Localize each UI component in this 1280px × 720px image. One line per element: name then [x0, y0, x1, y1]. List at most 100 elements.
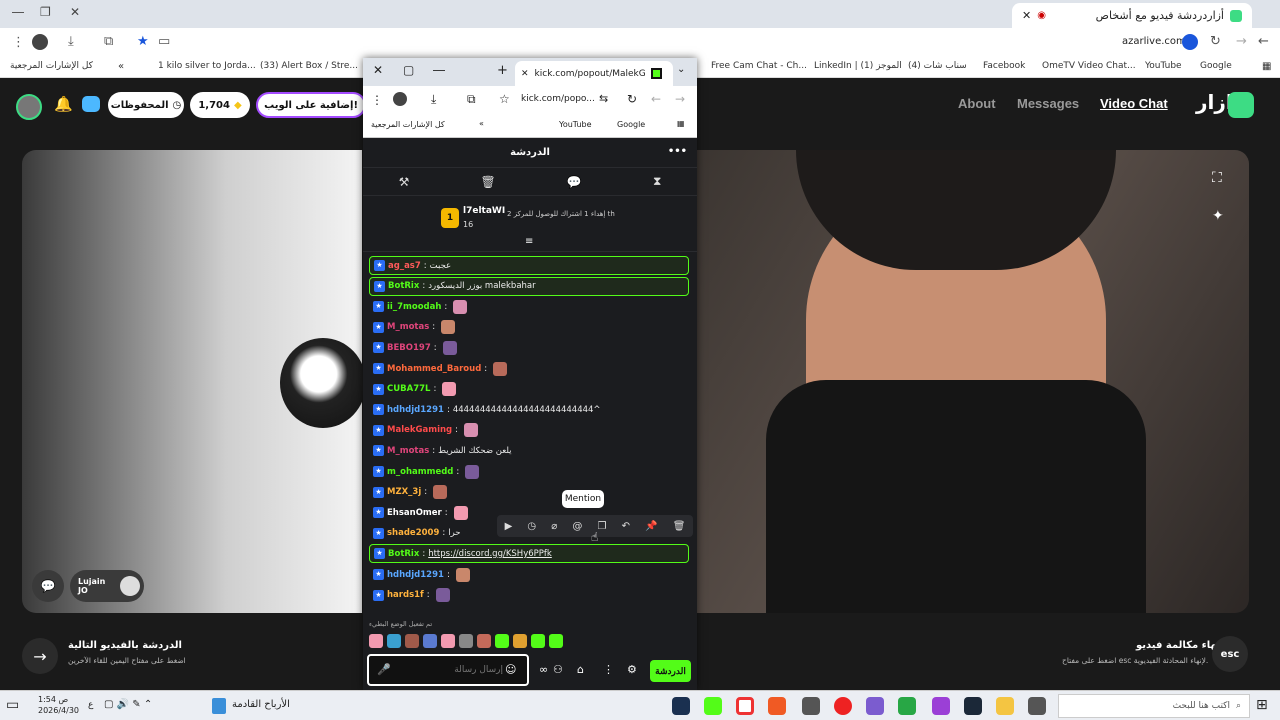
popup-reload-icon[interactable]: ↻ — [627, 92, 637, 106]
bookmark-item[interactable]: LinkedIn | (1) الموجز — [814, 61, 902, 71]
language-indicator[interactable]: ع — [88, 700, 93, 710]
chat-username[interactable]: ag_as7 — [388, 261, 421, 271]
quick-emote-icon[interactable] — [405, 634, 419, 648]
chat-username[interactable]: MalekGaming — [387, 425, 452, 435]
news-widget-icon[interactable] — [212, 698, 226, 714]
popup-new-tab-icon[interactable]: + — [497, 63, 508, 78]
chat-link[interactable]: https://discord.gg/KSHy6PPfk — [428, 549, 552, 559]
apps-grid-icon[interactable]: ▦ — [1262, 61, 1271, 72]
partner-info[interactable]: Lujain JO — [70, 570, 144, 602]
popup-star-icon[interactable]: ☆ — [499, 92, 510, 106]
esc-button[interactable]: esc — [1212, 636, 1248, 672]
chat-username[interactable]: Mohammed_Baroud — [387, 364, 481, 374]
app-icon[interactable] — [932, 697, 950, 715]
chat-username[interactable]: m_ohammedd — [387, 467, 453, 477]
bookmark-item[interactable]: (4) سناب شات — [908, 61, 967, 71]
download-icon[interactable]: ⤓ — [68, 34, 74, 49]
popup-minimize-icon[interactable]: ― — [433, 63, 445, 77]
steam-icon[interactable] — [964, 697, 982, 715]
notifications-bell-icon[interactable]: 🔔 — [54, 95, 73, 113]
infinity-icon[interactable]: ∞ — [539, 663, 548, 676]
chat-username[interactable]: BotRix — [388, 281, 419, 291]
close-window-icon[interactable]: ✕ — [70, 5, 80, 19]
bookmark-all[interactable]: كل الإشارات المرجعية — [10, 61, 93, 71]
bookmark-item[interactable]: Free Cam Chat - Ch... — [711, 61, 807, 71]
chat-message[interactable]: ★ hdhdjd1291:44444444444444444444444444^ — [369, 400, 689, 419]
gems-button[interactable]: 1,704 ◆ — [190, 92, 250, 118]
chat-message[interactable]: ★ ag_as7: عجبت — [369, 256, 689, 275]
app-icon[interactable] — [802, 697, 820, 715]
windows-start-icon[interactable]: ⊞ — [1256, 697, 1268, 713]
delete-icon[interactable]: 🗑 — [673, 521, 686, 532]
more-vertical-icon[interactable]: ⋮ — [603, 663, 614, 676]
chat-message[interactable]: ★ ii_7moodah: — [369, 297, 689, 316]
site-info-icon[interactable] — [1182, 34, 1198, 50]
popup-address-bar[interactable]: kick.com/popo... — [521, 94, 595, 104]
popup-download-icon[interactable]: ⤓ — [431, 92, 436, 107]
slash-icon[interactable]: ⌀ — [551, 521, 557, 532]
extensions-icon[interactable]: ⧉ — [104, 34, 113, 49]
more-menu-icon[interactable]: ⋮ — [12, 35, 25, 50]
app-icon[interactable] — [1028, 697, 1046, 715]
chat-username[interactable]: ii_7moodah — [387, 302, 441, 312]
next-arrow-icon[interactable]: → — [22, 638, 58, 674]
popup-maximize-icon[interactable]: ▢ — [403, 63, 414, 77]
chat-username[interactable]: EhsanOmer — [387, 508, 442, 518]
chrome-icon[interactable] — [736, 697, 754, 715]
store-icon[interactable]: ⌂ — [577, 663, 584, 676]
quick-emote-icon[interactable] — [369, 634, 383, 648]
chat-message[interactable]: ★ M_motas: — [369, 318, 689, 337]
kick-app-icon[interactable] — [704, 697, 722, 715]
bookmark-item[interactable]: OmeTV Video Chat... — [1042, 61, 1136, 71]
sidepanel-icon[interactable]: ▭ — [158, 34, 170, 49]
chat-bubble-icon[interactable] — [82, 96, 100, 112]
chat-message[interactable]: ★ hdhdjd1291: — [369, 565, 689, 584]
timeout-icon[interactable]: ◷ — [527, 521, 536, 532]
bookmark-item[interactable]: (33) Alert Box / Stre... — [260, 61, 358, 71]
hammer-icon[interactable]: ⚒ — [399, 175, 410, 189]
popup-active-tab[interactable]: ✕ kick.com/popout/MalekGaming — [515, 61, 673, 86]
app-icon[interactable] — [898, 697, 916, 715]
user-avatar[interactable] — [16, 94, 42, 120]
nav-messages[interactable]: Messages — [1017, 96, 1079, 111]
chat-username[interactable]: M_motas — [387, 446, 429, 456]
taskbar-search[interactable]: اكتب هنا للبحث ⌕ — [1058, 694, 1250, 718]
file-explorer-icon[interactable] — [996, 697, 1014, 715]
fullscreen-icon[interactable]: ⛶ — [1212, 170, 1222, 186]
close-tab-icon[interactable]: ✕ — [1022, 9, 1031, 22]
chevron-left-icon[interactable]: « — [118, 61, 124, 72]
reply-icon[interactable]: ↶ — [622, 521, 630, 532]
notification-center-icon[interactable]: ▭ — [6, 697, 19, 713]
nav-video-chat[interactable]: Video Chat — [1100, 96, 1168, 111]
send-chat-button[interactable]: الدردشة — [650, 660, 691, 682]
collapse-icon[interactable]: ≡ — [525, 236, 533, 247]
bookmark-item[interactable]: Facebook — [983, 61, 1025, 71]
active-tab[interactable]: أزاردردشة فيديو مع أشخاص ◉ ✕ — [1012, 3, 1252, 28]
chat-more-icon[interactable]: ••• — [668, 146, 687, 157]
promo-button[interactable]: إضافية على الويب! — [256, 92, 366, 118]
chat-username[interactable]: M_motas — [387, 322, 429, 332]
chat-username[interactable]: BotRix — [388, 549, 419, 559]
play-icon[interactable]: ▶ — [505, 521, 513, 532]
effects-wand-icon[interactable]: ✦ — [1212, 208, 1224, 224]
tray-icons[interactable]: ▢ 🔊 ✎ ⌃ — [104, 699, 152, 710]
popup-back-icon[interactable]: ← — [651, 92, 661, 106]
clock-time[interactable]: 1:54 ص — [38, 695, 68, 705]
popup-close-icon[interactable]: ✕ — [373, 63, 383, 77]
copy-icon[interactable]: ❐ — [598, 521, 607, 532]
chat-username[interactable]: hards1f — [387, 590, 424, 600]
trash-icon[interactable]: 🗑 — [480, 175, 495, 189]
popup-tab-list-icon[interactable]: ⌄ — [677, 64, 685, 75]
clock-date[interactable]: 2026/4/30 — [38, 706, 79, 715]
app-icon[interactable] — [866, 697, 884, 715]
mention-icon[interactable]: @ — [572, 521, 582, 532]
saved-button[interactable]: المحفوظات ◷ — [108, 92, 184, 118]
popup-bookmark-google[interactable]: Google — [617, 120, 645, 129]
bookmark-item[interactable]: YouTube — [1145, 61, 1182, 71]
chat-username[interactable]: BEBO197 — [387, 343, 431, 353]
popup-chevron-icon[interactable]: « — [479, 119, 484, 128]
emoji-icon[interactable]: ☺ — [505, 663, 516, 676]
chat-message[interactable]: ★ m_ohammedd: — [369, 462, 689, 481]
popup-profile-avatar[interactable] — [393, 92, 407, 106]
chat-username[interactable]: hdhdjd1291 — [387, 405, 444, 415]
